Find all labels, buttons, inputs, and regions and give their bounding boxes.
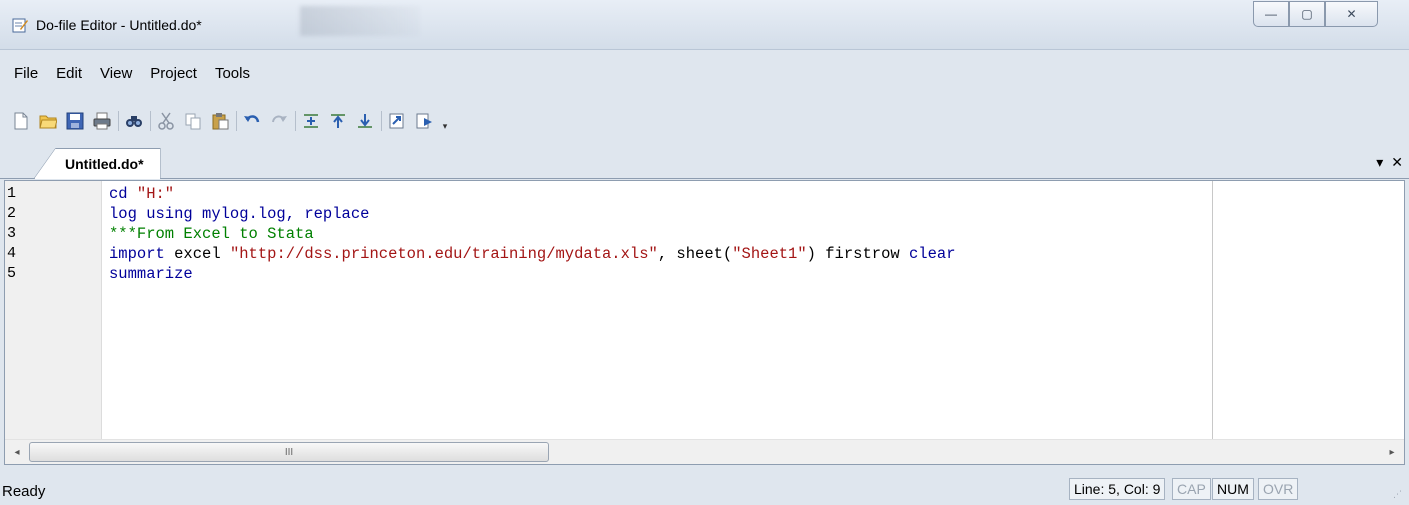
code-line[interactable]: summarize xyxy=(109,265,193,283)
code-line[interactable]: log using mylog.log, replace xyxy=(109,205,369,223)
scroll-right-icon[interactable]: ▸ xyxy=(1382,444,1402,460)
line-number: 2 xyxy=(7,205,17,222)
undo-icon[interactable] xyxy=(241,110,263,132)
code-token: "H:" xyxy=(136,185,175,203)
copy-icon[interactable] xyxy=(182,110,204,132)
minimize-button[interactable]: — xyxy=(1253,1,1289,27)
maximize-icon: ▢ xyxy=(1301,7,1313,21)
scroll-left-icon[interactable]: ◂ xyxy=(7,444,27,460)
background-window-blur xyxy=(300,6,420,36)
menu-bar: File Edit View Project Tools xyxy=(0,60,1409,86)
code-line[interactable]: ***From Excel to Stata xyxy=(109,225,314,243)
window-title: Do-file Editor - Untitled.do* xyxy=(36,17,202,33)
status-text: Ready xyxy=(2,483,46,500)
paste-icon[interactable] xyxy=(209,110,231,132)
code-token: cd xyxy=(109,185,137,203)
tab-close-icon[interactable]: ✕ xyxy=(1391,154,1403,171)
toolbar-separator xyxy=(150,111,151,131)
execute-selection-icon[interactable] xyxy=(386,110,408,132)
line-number: 4 xyxy=(7,245,17,262)
new-file-icon[interactable] xyxy=(10,110,32,132)
num-lock-indicator: NUM xyxy=(1212,478,1254,500)
code-token: import xyxy=(109,245,175,263)
code-token: "Sheet1" xyxy=(732,245,807,263)
caps-lock-indicator: CAP xyxy=(1172,478,1211,500)
code-token: log using mylog.log, replace xyxy=(109,205,370,223)
line-number: 1 xyxy=(7,185,17,202)
code-line[interactable]: cd "H:" xyxy=(109,185,174,203)
maximize-button[interactable]: ▢ xyxy=(1289,1,1325,27)
menu-tools[interactable]: Tools xyxy=(213,63,252,84)
code-token: , sheet( xyxy=(657,245,733,263)
tab-dropdown-icon[interactable]: ▾ xyxy=(1376,154,1383,171)
toolbar-separator xyxy=(236,111,237,131)
code-token: summarize xyxy=(109,265,193,283)
document-tabs: Untitled.do* ▾ ✕ xyxy=(0,146,1409,179)
code-token: ***From Excel to Stata xyxy=(109,225,314,243)
menu-file[interactable]: File xyxy=(12,63,40,84)
minimize-icon: — xyxy=(1265,7,1277,21)
toolbar-overflow-icon[interactable]: ▾ xyxy=(440,110,450,132)
close-icon: ✕ xyxy=(1346,7,1357,21)
code-editor[interactable]: 1 2 3 4 5 cd "H:" log using mylog.log, r… xyxy=(4,180,1405,465)
resize-grip-icon[interactable]: ⋰ xyxy=(1393,489,1405,501)
tab-label: Untitled.do* xyxy=(65,156,144,172)
code-token: excel xyxy=(174,245,230,263)
close-button[interactable]: ✕ xyxy=(1325,1,1378,27)
code-token: clear xyxy=(908,245,956,263)
save-icon[interactable] xyxy=(64,110,86,132)
toolbar: ▾ xyxy=(4,96,664,146)
line-number-gutter: 1 2 3 4 5 xyxy=(5,181,102,439)
toolbar-separator xyxy=(118,111,119,131)
code-token: ) firstrow xyxy=(806,245,909,263)
print-icon[interactable] xyxy=(91,110,113,132)
shift-right-icon[interactable] xyxy=(300,110,322,132)
shift-left-icon[interactable] xyxy=(327,110,349,132)
menu-project[interactable]: Project xyxy=(148,63,199,84)
overwrite-indicator: OVR xyxy=(1258,478,1299,500)
cursor-position: Line: 5, Col: 9 xyxy=(1069,478,1166,500)
cut-icon[interactable] xyxy=(155,110,177,132)
title-bar: Do-file Editor - Untitled.do* — ▢ ✕ xyxy=(0,0,1409,50)
scrollbar-thumb[interactable]: III xyxy=(29,442,549,462)
open-folder-icon[interactable] xyxy=(37,110,59,132)
long-line-guide xyxy=(1212,181,1213,439)
menu-view[interactable]: View xyxy=(98,63,134,84)
scrollbar-grip: III xyxy=(284,446,294,458)
tab-untitled-do[interactable]: Untitled.do* xyxy=(34,148,161,179)
find-icon[interactable] xyxy=(123,110,145,132)
line-number: 5 xyxy=(7,265,17,282)
do-icon[interactable] xyxy=(413,110,435,132)
code-token: "http://dss.princeton.edu/training/mydat… xyxy=(229,245,658,263)
code-line[interactable]: import excel "http://dss.princeton.edu/t… xyxy=(109,245,956,263)
format-icon[interactable] xyxy=(354,110,376,132)
horizontal-scrollbar[interactable]: ◂ III ▸ xyxy=(5,439,1404,464)
toolbar-separator xyxy=(381,111,382,131)
menu-edit[interactable]: Edit xyxy=(54,63,84,84)
status-bar: Ready Line: 5, Col: 9 CAP NUM OVR ⋰ xyxy=(0,473,1409,505)
do-file-editor-icon xyxy=(12,17,28,33)
toolbar-separator xyxy=(295,111,296,131)
line-number: 3 xyxy=(7,225,17,242)
redo-icon[interactable] xyxy=(268,110,290,132)
